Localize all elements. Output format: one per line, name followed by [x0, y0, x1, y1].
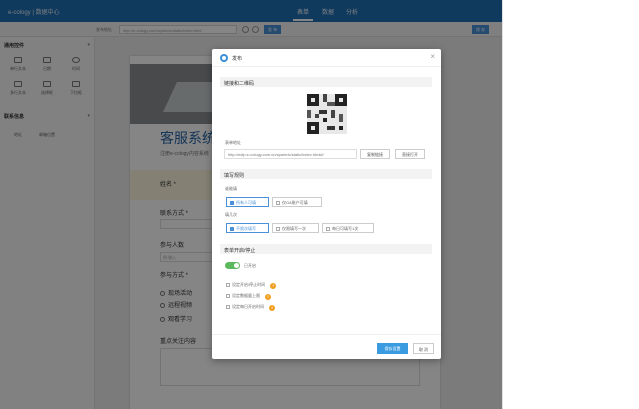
form-url-field[interactable]: http://edlp.e-cology.com.cn/spa/edc/stat… [224, 149, 357, 159]
toggle-status-label: 已开启 [244, 263, 256, 268]
blank-area [502, 0, 639, 409]
cancel-button[interactable]: 取 消 [413, 343, 434, 354]
save-settings-button[interactable]: 保存设置 [377, 343, 408, 354]
help-icon: ? [269, 305, 275, 311]
section-open-stop: 表单开启/停止 [220, 244, 432, 254]
close-icon[interactable]: × [430, 52, 435, 61]
option-oa-only[interactable]: 仅OA账户可填 [272, 197, 322, 207]
url-label: 表单地址 [225, 140, 241, 145]
open-toggle[interactable] [225, 262, 240, 269]
app-window: e-cology | 数据中心 表单 数据 分析 发布地址 http://e-c… [0, 0, 502, 409]
dialog-footer-divider [212, 334, 441, 335]
section-rules: 填写规则 [220, 169, 432, 179]
help-icon: ? [265, 294, 271, 300]
qr-code [307, 94, 347, 134]
open-link-button[interactable]: 直接打开 [395, 149, 425, 159]
copy-link-button[interactable]: 复制链接 [360, 149, 390, 159]
option-unlimited[interactable]: 不限次填写 [226, 223, 269, 233]
times-label: 填几次 [225, 212, 237, 217]
section-link-qr: 链接和二维码 [220, 77, 432, 87]
option-once[interactable]: 仅限填写一次 [272, 223, 319, 233]
publish-dialog: 发布 × 链接和二维码 表单地址 http://edlp.e-cology.co… [212, 49, 441, 359]
option-daily[interactable]: 每日可填写1次 [322, 223, 374, 233]
who-label: 谁能填 [225, 186, 237, 191]
check-data-limit[interactable]: 设定数据量上限? [226, 293, 271, 300]
dialog-header: 发布 × [212, 49, 441, 67]
help-icon: ? [270, 283, 277, 289]
publish-logo-icon [220, 54, 228, 62]
check-daily-time[interactable]: 设定每日开启时间? [226, 304, 275, 311]
check-open-time[interactable]: 设定开启/停止时间? [226, 282, 277, 289]
dialog-title: 发布 [232, 56, 243, 62]
option-everyone[interactable]: 所有人可填 [226, 197, 269, 207]
